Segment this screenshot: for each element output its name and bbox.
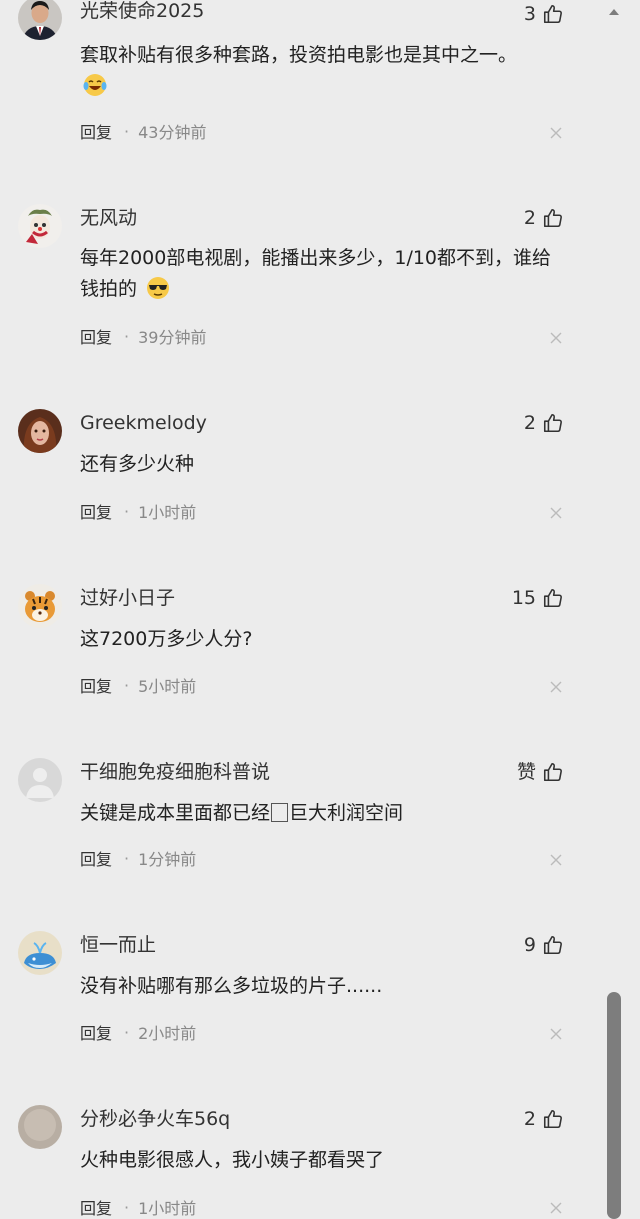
separator-dot: · — [124, 501, 130, 521]
comment-text: 火种电影很感人，我小姨子都看哭了 — [80, 1149, 385, 1171]
default-user-avatar-icon — [18, 758, 62, 802]
comment-text: 每年2000部电视剧，能播出来多少，1/10都不到，谁给钱拍的 — [80, 247, 552, 301]
username[interactable]: 干细胞免疫细胞科普说 — [80, 760, 270, 784]
comment-item: 恒一而止 9 没有补贴哪有那么多垃圾的片子...... 回复 · 2小时前 — [0, 931, 600, 1071]
thumbs-up-icon — [543, 413, 562, 433]
comment-item: 分秒必争火车56q 2 火种电影很感人，我小姨子都看哭了 回复 · 1小时前 — [0, 1105, 600, 1219]
clown-avatar-icon — [18, 204, 62, 248]
avatar[interactable] — [18, 1105, 62, 1149]
like-button[interactable]: 3 — [524, 2, 564, 26]
reply-button[interactable]: 回复 — [80, 1195, 112, 1219]
beige-circle-avatar-icon — [18, 1105, 62, 1149]
separator-dot: · — [124, 1197, 130, 1217]
separator-dot: · — [124, 848, 130, 868]
like-button[interactable]: 9 — [524, 933, 564, 957]
like-button[interactable]: 2 — [524, 206, 564, 230]
woman-portrait-avatar-icon — [18, 409, 62, 453]
comment-meta: 回复 · 39分钟前 — [80, 324, 206, 348]
comment-meta: 回复 · 1分钟前 — [80, 846, 196, 870]
comment-meta: 回复 · 1小时前 — [80, 1195, 196, 1219]
comment-time: 1小时前 — [138, 503, 197, 522]
username[interactable]: 恒一而止 — [80, 933, 156, 957]
like-button[interactable]: 2 — [524, 1107, 564, 1131]
thumbs-up-icon — [543, 935, 562, 955]
thumbs-up-icon — [543, 208, 562, 228]
like-button[interactable]: 15 — [512, 586, 564, 610]
thumbs-up-icon — [543, 4, 562, 24]
separator-dot: · — [124, 1022, 130, 1042]
reply-button[interactable]: 回复 — [80, 1020, 112, 1044]
reply-button[interactable]: 回复 — [80, 324, 112, 348]
missing-glyph-icon — [271, 803, 289, 822]
comment-time: 2小时前 — [138, 1024, 197, 1043]
separator-dot: · — [124, 121, 130, 141]
comment-text: 还有多少火种 — [80, 453, 195, 475]
comment-meta: 回复 · 43分钟前 — [80, 119, 206, 143]
like-count: 3 — [523, 3, 536, 25]
avatar[interactable] — [18, 758, 62, 802]
separator-dot: · — [124, 675, 130, 695]
separator-dot: · — [124, 326, 130, 346]
username[interactable]: 过好小日子 — [80, 586, 175, 610]
comment-time: 39分钟前 — [138, 328, 207, 347]
reply-button[interactable]: 回复 — [80, 673, 112, 697]
avatar[interactable] — [18, 409, 62, 453]
comment-time: 5小时前 — [138, 677, 197, 696]
laughing-crying-emoji-icon — [82, 72, 108, 98]
avatar[interactable] — [18, 931, 62, 975]
avatar[interactable] — [18, 204, 62, 248]
comment-text: 没有补贴哪有那么多垃圾的片子...... — [80, 975, 383, 997]
comment-meta: 回复 · 2小时前 — [80, 1020, 196, 1044]
close-icon[interactable] — [548, 679, 564, 695]
comment-time: 43分钟前 — [138, 123, 207, 142]
avatar[interactable] — [18, 0, 62, 40]
reply-button[interactable]: 回复 — [80, 119, 112, 143]
tiger-avatar-icon — [18, 584, 62, 628]
close-icon[interactable] — [548, 505, 564, 521]
username[interactable]: 光荣使命2025 — [80, 0, 204, 23]
like-button[interactable]: 赞 — [517, 760, 564, 784]
close-icon[interactable] — [548, 330, 564, 346]
comment-meta: 回复 · 5小时前 — [80, 673, 196, 697]
man-in-suit-avatar-icon — [18, 0, 62, 40]
comment-item: 过好小日子 15 这7200万多少人分? 回复 · 5小时前 — [0, 584, 600, 724]
close-icon[interactable] — [548, 852, 564, 868]
like-count: 15 — [511, 587, 536, 609]
close-icon[interactable] — [548, 125, 564, 141]
comment-text: 关键是成本里面都已经 巨大利润空间 — [80, 802, 404, 824]
like-count: 2 — [523, 1108, 536, 1130]
username[interactable]: Greekmelody — [80, 411, 207, 435]
comment-time: 1分钟前 — [138, 850, 197, 869]
comment-time: 1小时前 — [138, 1199, 197, 1218]
comment-item: Greekmelody 2 还有多少火种 回复 · 1小时前 — [0, 409, 600, 549]
thumbs-up-icon — [543, 1109, 562, 1129]
scrollbar-thumb[interactable] — [607, 992, 621, 1219]
username[interactable]: 分秒必争火车56q — [80, 1107, 230, 1131]
thumbs-up-icon — [543, 588, 562, 608]
comment-text: 套取补贴有很多种套路，投资拍电影也是其中之一。 — [80, 40, 565, 102]
like-count: 9 — [523, 934, 536, 956]
like-count: 2 — [523, 412, 536, 434]
reply-button[interactable]: 回复 — [80, 846, 112, 870]
scroll-up-arrow-icon[interactable] — [607, 3, 621, 15]
comment-item: 干细胞免疫细胞科普说 赞 关键是成本里面都已经 巨大利润空间 回复 · 1分钟前 — [0, 758, 600, 898]
whale-avatar-icon — [18, 931, 62, 975]
avatar[interactable] — [18, 584, 62, 628]
like-label: 赞 — [516, 761, 536, 783]
close-icon[interactable] — [548, 1026, 564, 1042]
reply-button[interactable]: 回复 — [80, 499, 112, 523]
comment-item: 光荣使命2025 3 套取补贴有很多种套路，投资拍电影也是其中之一。 回复 · … — [0, 0, 600, 160]
close-icon[interactable] — [548, 1200, 564, 1216]
like-count: 2 — [523, 207, 536, 229]
thumbs-up-icon — [543, 762, 562, 782]
username[interactable]: 无风动 — [80, 206, 137, 230]
comment-meta: 回复 · 1小时前 — [80, 499, 196, 523]
comment-text: 这7200万多少人分? — [80, 628, 253, 650]
comment-item: 无风动 2 每年2000部电视剧，能播出来多少，1/10都不到，谁给钱拍的 回复… — [0, 204, 600, 364]
like-button[interactable]: 2 — [524, 411, 564, 435]
sunglasses-emoji-icon — [145, 275, 171, 301]
